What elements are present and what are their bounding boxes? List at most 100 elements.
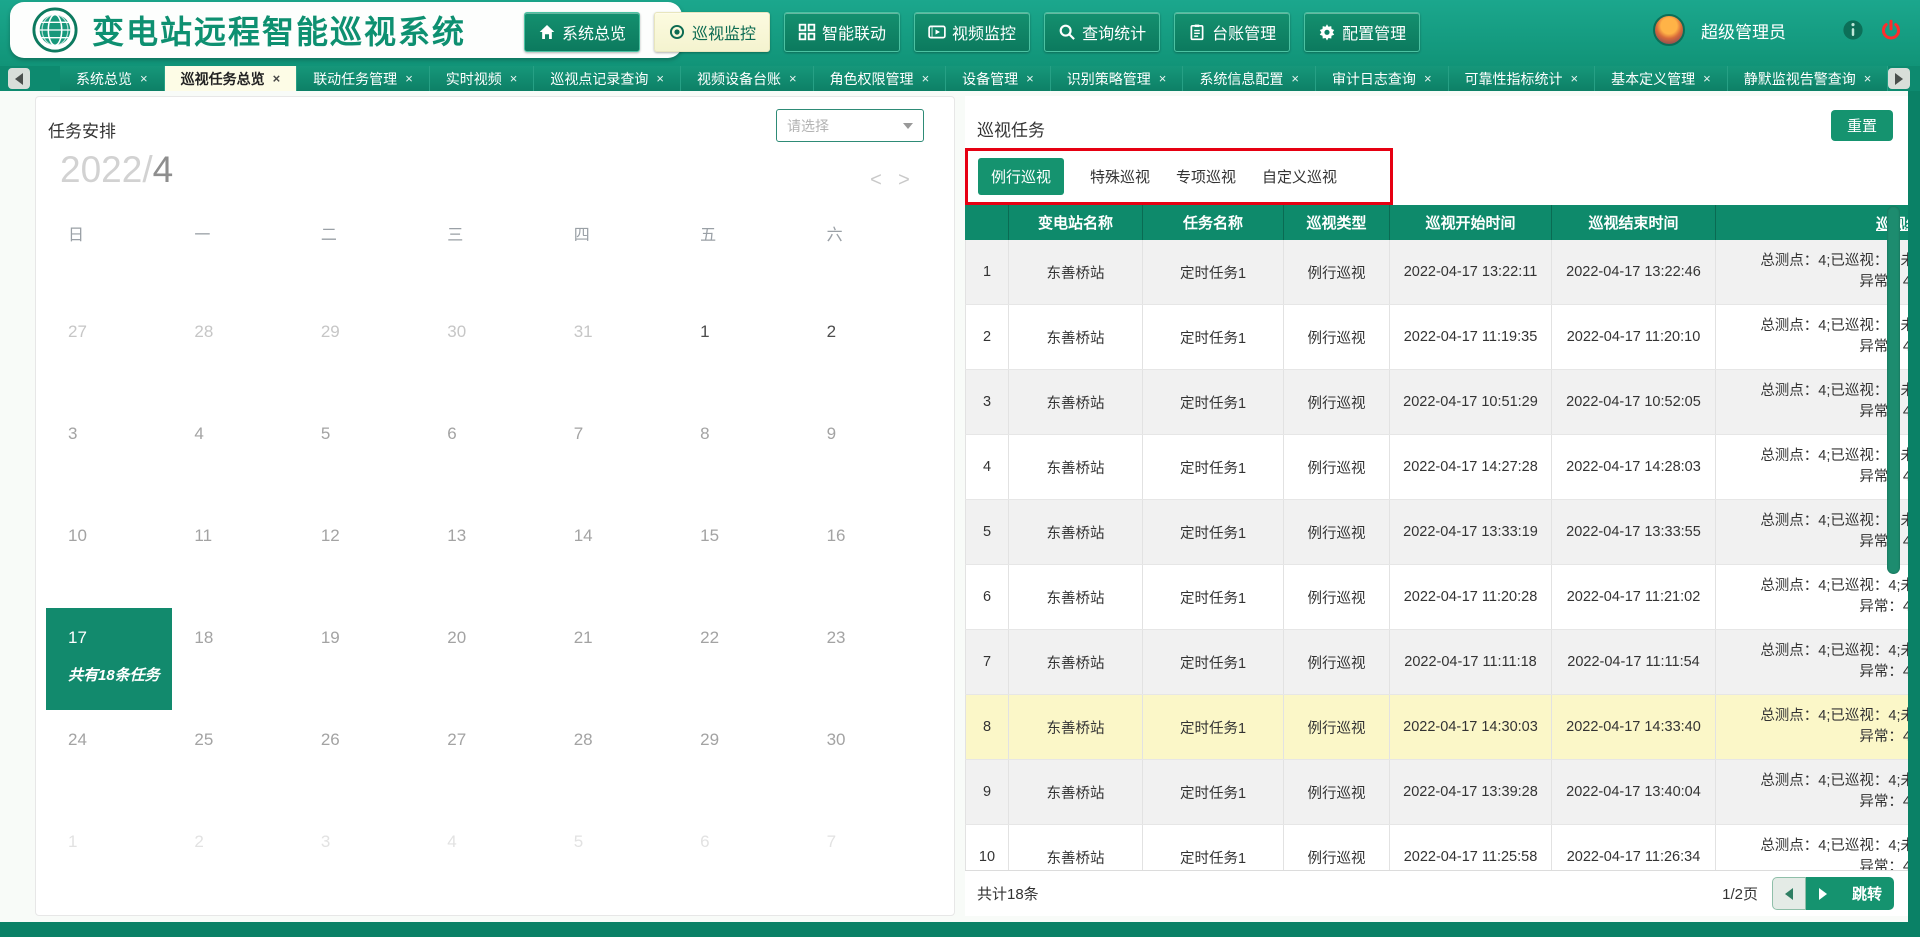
table-row[interactable]: 3东善桥站定时任务1例行巡视2022-04-17 10:51:292022-04… — [965, 370, 1908, 435]
reset-button[interactable]: 重置 — [1831, 110, 1893, 141]
tabs-scroll-left-icon[interactable] — [8, 68, 30, 89]
close-icon[interactable]: × — [789, 71, 797, 86]
calendar-day[interactable]: 3 — [299, 812, 425, 914]
calendar-day[interactable]: 26 — [299, 710, 425, 812]
close-icon[interactable]: × — [1026, 71, 1034, 86]
close-icon[interactable]: × — [1291, 71, 1299, 86]
tab-11[interactable]: 审计日志查询× — [1316, 66, 1449, 91]
calendar-day[interactable]: 23 — [805, 608, 931, 710]
calendar-day[interactable]: 29 — [299, 302, 425, 404]
calendar-day[interactable]: 28 — [172, 302, 298, 404]
close-icon[interactable]: × — [1571, 71, 1579, 86]
close-icon[interactable]: × — [1159, 71, 1167, 86]
nav-button-4[interactable]: 视频监控 — [914, 12, 1030, 52]
tab-7[interactable]: 角色权限管理× — [814, 66, 947, 91]
nav-button-6[interactable]: 台账管理 — [1174, 12, 1290, 52]
close-icon[interactable]: × — [405, 71, 413, 86]
table-scrollbar[interactable] — [1887, 206, 1900, 574]
tab-12[interactable]: 可靠性指标统计× — [1449, 66, 1596, 91]
calendar-day[interactable]: 28 — [552, 710, 678, 812]
tab-14[interactable]: 静默监视告警查询× — [1728, 66, 1889, 91]
info-icon[interactable] — [1842, 19, 1864, 41]
calendar-day[interactable]: 1 — [46, 812, 172, 914]
calendar-prev-icon[interactable]: < — [866, 169, 886, 192]
station-select[interactable]: 请选择 — [776, 109, 924, 142]
calendar-day[interactable]: 2 — [172, 812, 298, 914]
table-row[interactable]: 9东善桥站定时任务1例行巡视2022-04-17 13:39:282022-04… — [965, 760, 1908, 825]
tab-8[interactable]: 设备管理× — [946, 66, 1051, 91]
calendar-day[interactable]: 5 — [552, 812, 678, 914]
page-prev-icon[interactable] — [1772, 877, 1806, 910]
calendar-day[interactable]: 5 — [299, 404, 425, 506]
calendar-day[interactable]: 13 — [425, 506, 551, 608]
table-row[interactable]: 6东善桥站定时任务1例行巡视2022-04-17 11:20:282022-04… — [965, 565, 1908, 630]
calendar-day[interactable]: 12 — [299, 506, 425, 608]
calendar-day[interactable]: 15 — [678, 506, 804, 608]
calendar-day-selected[interactable]: 17共有18条任务 — [46, 608, 172, 710]
tab-1[interactable]: 系统总览× — [60, 66, 165, 91]
calendar-day[interactable]: 14 — [552, 506, 678, 608]
page-next-icon[interactable] — [1806, 877, 1840, 910]
close-icon[interactable]: × — [1703, 71, 1711, 86]
calendar-day[interactable]: 24 — [46, 710, 172, 812]
calendar-day[interactable]: 31 — [552, 302, 678, 404]
calendar-day[interactable]: 7 — [552, 404, 678, 506]
calendar-day[interactable]: 30 — [805, 710, 931, 812]
filter-tab-4[interactable]: 自定义巡视 — [1262, 166, 1337, 187]
calendar-day[interactable]: 16 — [805, 506, 931, 608]
logout-power-icon[interactable] — [1880, 19, 1902, 41]
filter-tab-2[interactable]: 特殊巡视 — [1090, 166, 1150, 187]
calendar-day[interactable]: 4 — [172, 404, 298, 506]
table-row[interactable]: 7东善桥站定时任务1例行巡视2022-04-17 11:11:182022-04… — [965, 630, 1908, 695]
tab-10[interactable]: 系统信息配置× — [1183, 66, 1316, 91]
filter-tab-1[interactable]: 例行巡视 — [978, 158, 1064, 195]
table-row[interactable]: 10东善桥站定时任务1例行巡视2022-04-17 11:25:582022-0… — [965, 825, 1908, 870]
calendar-day[interactable]: 3 — [46, 404, 172, 506]
tab-4[interactable]: 实时视频× — [430, 66, 535, 91]
nav-button-7[interactable]: 配置管理 — [1304, 12, 1420, 52]
calendar-day[interactable]: 7 — [805, 812, 931, 914]
nav-button-5[interactable]: 查询统计 — [1044, 12, 1160, 52]
close-icon[interactable]: × — [273, 71, 281, 86]
calendar-next-icon[interactable]: > — [894, 169, 914, 192]
calendar-day[interactable]: 22 — [678, 608, 804, 710]
calendar-day[interactable]: 2 — [805, 302, 931, 404]
nav-button-2[interactable]: 巡视监控 — [654, 12, 770, 52]
calendar-day[interactable]: 18 — [172, 608, 298, 710]
tab-3[interactable]: 联动任务管理× — [297, 66, 430, 91]
calendar-day[interactable]: 10 — [46, 506, 172, 608]
calendar-day[interactable]: 30 — [425, 302, 551, 404]
close-icon[interactable]: × — [1864, 71, 1872, 86]
table-row[interactable]: 8东善桥站定时任务1例行巡视2022-04-17 14:30:032022-04… — [965, 695, 1908, 760]
close-icon[interactable]: × — [922, 71, 930, 86]
tab-9[interactable]: 识别策略管理× — [1051, 66, 1184, 91]
close-icon[interactable]: × — [140, 71, 148, 86]
calendar-day[interactable]: 1 — [678, 302, 804, 404]
calendar-day[interactable]: 6 — [678, 812, 804, 914]
calendar-day[interactable]: 19 — [299, 608, 425, 710]
nav-button-3[interactable]: 智能联动 — [784, 12, 900, 52]
calendar-day[interactable]: 6 — [425, 404, 551, 506]
tab-13[interactable]: 基本定义管理× — [1595, 66, 1728, 91]
table-row[interactable]: 2东善桥站定时任务1例行巡视2022-04-17 11:19:352022-04… — [965, 305, 1908, 370]
calendar-day[interactable]: 11 — [172, 506, 298, 608]
tabs-scroll-right-icon[interactable] — [1888, 68, 1910, 89]
table-row[interactable]: 5东善桥站定时任务1例行巡视2022-04-17 13:33:192022-04… — [965, 500, 1908, 565]
page-jump-button[interactable]: 跳转 — [1840, 877, 1894, 910]
tab-5[interactable]: 巡视点记录查询× — [534, 66, 681, 91]
tab-6[interactable]: 视频设备台账× — [681, 66, 814, 91]
calendar-day[interactable]: 27 — [46, 302, 172, 404]
avatar[interactable] — [1653, 14, 1685, 46]
table-row[interactable]: 4东善桥站定时任务1例行巡视2022-04-17 14:27:282022-04… — [965, 435, 1908, 500]
calendar-day[interactable]: 4 — [425, 812, 551, 914]
calendar-day[interactable]: 9 — [805, 404, 931, 506]
table-row[interactable]: 1东善桥站定时任务1例行巡视2022-04-17 13:22:112022-04… — [965, 240, 1908, 305]
tab-2[interactable]: 巡视任务总览× — [165, 66, 298, 91]
filter-tab-3[interactable]: 专项巡视 — [1176, 166, 1236, 187]
calendar-day[interactable]: 29 — [678, 710, 804, 812]
close-icon[interactable]: × — [510, 71, 518, 86]
close-icon[interactable]: × — [656, 71, 664, 86]
calendar-day[interactable]: 8 — [678, 404, 804, 506]
calendar-day[interactable]: 21 — [552, 608, 678, 710]
calendar-day[interactable]: 25 — [172, 710, 298, 812]
